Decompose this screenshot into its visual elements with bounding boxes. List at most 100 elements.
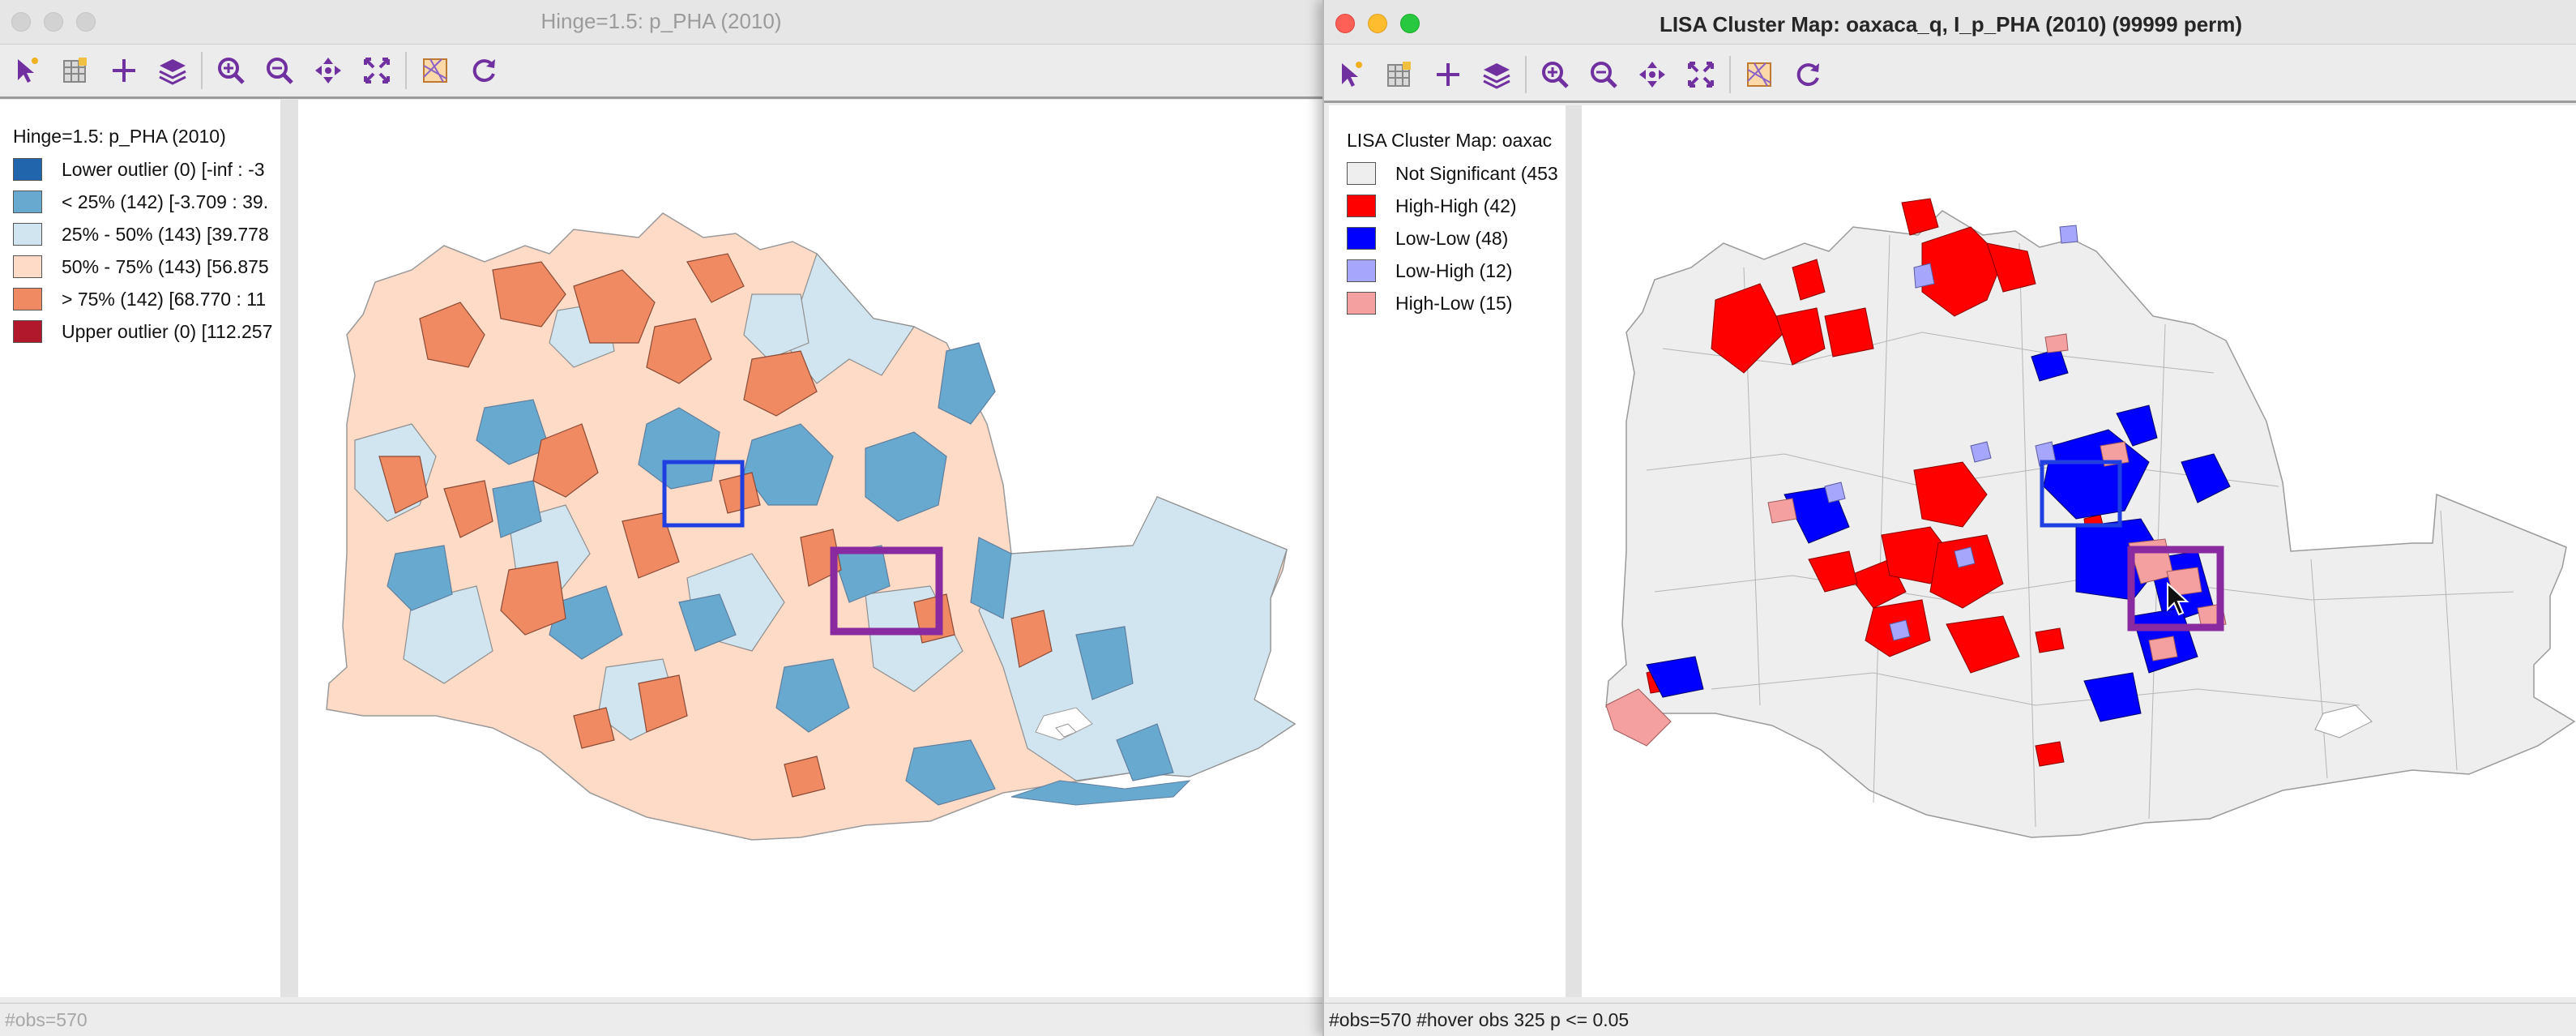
oaxaca-lisa-map — [1605, 198, 2576, 838]
crosshair-icon — [1437, 63, 1459, 86]
legend-item-50-75[interactable]: 50% - 75% (143) [56.875 — [13, 254, 269, 280]
legend-swatch — [13, 288, 42, 310]
map-region — [938, 342, 996, 425]
legend-label: High-High (42) — [1395, 195, 1517, 216]
cluster-region — [2044, 333, 2069, 353]
pan-tool[interactable] — [306, 49, 350, 92]
crosshair-tool[interactable] — [1426, 53, 1470, 96]
legend-item-25-50[interactable]: 25% - 50% (143) [39.778 — [13, 221, 269, 247]
box-map-canvas[interactable] — [298, 100, 1322, 997]
legend-label: > 75% (142) [68.770 : 11 — [62, 288, 267, 310]
status-bar: #obs=570 — [0, 1003, 1322, 1036]
legend-item-lower-outlier[interactable]: Lower outlier (0) [-inf : -3 — [13, 156, 265, 182]
zoom-out-icon — [267, 58, 293, 84]
zoom-out-tool[interactable] — [1582, 53, 1625, 96]
legend-label: 50% - 75% (143) [56.875 — [62, 255, 269, 277]
cluster-region — [2059, 225, 2078, 244]
legend-swatch — [13, 158, 42, 181]
window-title: Hinge=1.5: p_PHA (2010) — [540, 9, 782, 33]
zoom-in-icon — [218, 58, 245, 84]
crosshair-tool[interactable] — [102, 49, 146, 92]
toolbar-separator — [1525, 56, 1527, 93]
fit-extent-icon — [364, 58, 390, 83]
pan-tool[interactable] — [1630, 53, 1674, 96]
refresh-tool[interactable] — [1786, 53, 1830, 96]
layers-icon — [159, 59, 186, 85]
map-toolbar — [0, 45, 1322, 99]
table-icon — [1387, 62, 1411, 87]
legend-swatch — [1347, 227, 1376, 250]
legend-label: Not Significant (453 — [1395, 162, 1558, 184]
map-legend: Hinge=1.5: p_PHA (2010) Lower outlier (0… — [0, 100, 280, 997]
fit-extent-tool[interactable] — [355, 49, 399, 92]
layers-tool[interactable] — [1475, 53, 1519, 96]
toolbar-separator — [405, 52, 407, 89]
cluster-region — [2148, 636, 2178, 661]
legend-splitter[interactable] — [1566, 105, 1582, 997]
legend-label: Low-High (12) — [1395, 259, 1513, 281]
legend-label: Low-Low (48) — [1395, 227, 1509, 249]
refresh-tool[interactable] — [462, 49, 506, 92]
fit-extent-icon — [1688, 62, 1714, 88]
zoom-in-tool[interactable] — [209, 49, 253, 92]
legend-swatch — [13, 223, 42, 246]
legend-item-below-25[interactable]: < 25% (142) [-3.709 : 39. — [13, 189, 268, 215]
zoom-out-tool[interactable] — [258, 49, 301, 92]
legend-swatch — [1347, 195, 1376, 217]
legend-splitter[interactable] — [280, 100, 298, 997]
legend-label: 25% - 50% (143) [39.778 — [62, 223, 269, 245]
select-icon — [18, 58, 38, 83]
title-bar: Hinge=1.5: p_PHA (2010) — [0, 0, 1322, 45]
zoom-in-tool[interactable] — [1533, 53, 1577, 96]
cluster-region — [1767, 498, 1797, 524]
select-tool[interactable] — [1329, 53, 1373, 96]
map-toolbar — [1324, 49, 2576, 103]
cluster-region — [1824, 307, 1874, 357]
legend-item-not-significant[interactable]: Not Significant (453 — [1347, 161, 1558, 186]
legend-item-low-high[interactable]: Low-High (12) — [1347, 258, 1512, 284]
legend-swatch — [13, 191, 42, 213]
toolbar-separator — [1729, 56, 1731, 93]
basemap-icon — [423, 58, 447, 83]
table-icon — [63, 58, 87, 83]
legend-swatch — [1347, 292, 1376, 315]
select-tool[interactable] — [5, 49, 49, 92]
window-title: LISA Cluster Map: oaxaca_q, I_p_PHA (201… — [1659, 12, 2243, 36]
zoom-in-icon — [1542, 62, 1569, 88]
legend-swatch — [13, 320, 42, 343]
zoom-out-icon — [1591, 62, 1617, 88]
legend-swatch — [13, 255, 42, 278]
title-bar: LISA Cluster Map: oaxaca_q, I_p_PHA (201… — [1324, 0, 2576, 45]
lisa-map-canvas[interactable] — [1582, 105, 2576, 997]
cluster-region — [2035, 741, 2065, 767]
legend-item-high-high[interactable]: High-High (42) — [1347, 193, 1517, 219]
refresh-icon — [1796, 63, 1819, 87]
table-tool[interactable] — [53, 49, 97, 92]
refresh-icon — [472, 59, 495, 83]
cluster-region — [2035, 627, 2065, 653]
legend-item-high-low[interactable]: High-Low (15) — [1347, 290, 1512, 316]
legend-item-above-75[interactable]: > 75% (142) [68.770 : 11 — [13, 286, 266, 312]
select-icon — [1342, 62, 1362, 87]
layers-tool[interactable] — [151, 49, 194, 92]
legend-swatch — [1347, 259, 1376, 282]
legend-item-upper-outlier[interactable]: Upper outlier (0) [112.257 — [13, 319, 272, 345]
fit-extent-tool[interactable] — [1679, 53, 1723, 96]
legend-swatch — [1347, 162, 1376, 185]
legend-label: Lower outlier (0) [-inf : -3 — [62, 158, 265, 180]
pan-icon — [315, 58, 341, 83]
basemap-icon — [1747, 62, 1771, 87]
cluster-region — [1889, 619, 1911, 641]
oaxaca-box-map — [326, 212, 1297, 841]
basemap-tool[interactable] — [413, 49, 457, 92]
cluster-region — [1913, 263, 1935, 289]
pan-icon — [1639, 62, 1665, 88]
basemap-tool[interactable] — [1737, 53, 1781, 96]
box-map-window: Hinge=1.5: p_PHA (2010) Hinge=1.5: p_PHA… — [0, 0, 1322, 1036]
toolbar-separator — [201, 52, 203, 89]
legend-label: Upper outlier (0) [112.257 — [62, 320, 273, 342]
legend-title: LISA Cluster Map: oaxac — [1347, 130, 1553, 151]
table-tool[interactable] — [1378, 53, 1421, 96]
cluster-region — [1824, 482, 1846, 503]
legend-item-low-low[interactable]: Low-Low (48) — [1347, 225, 1508, 251]
